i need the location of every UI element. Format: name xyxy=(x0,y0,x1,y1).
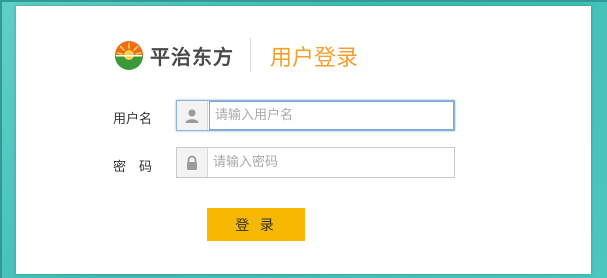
page-title: 用户登录 xyxy=(270,46,359,71)
brand: 平治东方 xyxy=(114,38,234,72)
username-field[interactable] xyxy=(176,100,455,131)
password-field[interactable] xyxy=(176,147,455,178)
window-frame-top xyxy=(0,0,607,2)
lock-icon xyxy=(177,148,208,177)
sun-logo-icon xyxy=(115,41,143,70)
window-frame-left xyxy=(0,0,2,278)
username-input[interactable] xyxy=(209,101,454,130)
login-button[interactable]: 登 录 xyxy=(207,208,305,241)
login-panel: 平治东方 用户登录 用户名 密 码 登 录 xyxy=(16,6,591,274)
brand-name: 平治东方 xyxy=(150,44,234,69)
password-input[interactable] xyxy=(208,148,454,177)
header-divider xyxy=(250,38,251,72)
username-label: 用户名 xyxy=(113,112,153,127)
user-icon xyxy=(177,101,208,130)
password-label: 密 码 xyxy=(113,160,153,175)
